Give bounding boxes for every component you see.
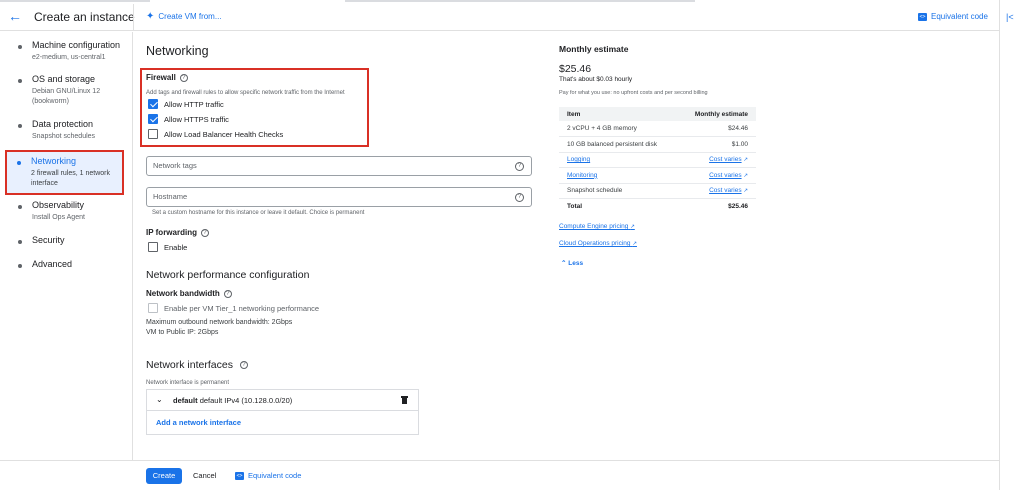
checkbox-checked-icon [148, 114, 158, 124]
external-link-icon: ↗ [632, 241, 637, 247]
network-tags-input[interactable]: Network tags? [146, 156, 532, 176]
estimate-title: Monthly estimate [559, 44, 629, 54]
cost-varies-link[interactable]: Cost varies [709, 187, 742, 194]
page-title: Create an instance [34, 10, 135, 24]
cost-varies-link[interactable]: Cost varies [709, 156, 742, 163]
help-icon[interactable]: ? [223, 289, 232, 298]
sidebar-item-machine-configuration[interactable]: Machine configuration e2-medium, us-cent… [6, 40, 126, 70]
add-network-interface-link[interactable]: Add a network interface [156, 418, 241, 427]
checkbox-unchecked-icon [148, 303, 158, 313]
footer-bar: Create Cancel <> Equivalent code [0, 460, 999, 490]
help-icon[interactable]: ? [515, 193, 524, 202]
table-row: 10 GB balanced persistent disk $1.00 [559, 136, 756, 153]
sidebar-item-observability[interactable]: Observability Install Ops Agent [6, 200, 126, 230]
allow-http-checkbox[interactable]: Allow HTTP traffic [148, 99, 224, 109]
cloud-operations-pricing-link[interactable]: Cloud Operations pricing ↗ [559, 240, 637, 247]
sidebar-item-os-and-storage[interactable]: OS and storage Debian GNU/Linux 12 (book… [6, 74, 126, 114]
network-interface-card: ⌄ default default IPv4 (10.128.0.0/20) A… [146, 389, 419, 435]
monitoring-link[interactable]: Monitoring [567, 172, 597, 179]
back-arrow-icon[interactable]: ← [8, 8, 24, 24]
create-vm-from-button[interactable]: ✦ Create VM from... [146, 11, 222, 22]
help-icon[interactable]: ? [239, 361, 248, 370]
hostname-input[interactable]: Hostname? [146, 187, 532, 207]
chevron-up-icon: ⌃ [561, 260, 567, 267]
table-row: Logging Cost varies ↗ [559, 152, 756, 168]
compute-engine-pricing-link[interactable]: Compute Engine pricing ↗ [559, 223, 635, 230]
table-row: Monitoring Cost varies ↗ [559, 167, 756, 184]
sidebar: Machine configuration e2-medium, us-cent… [0, 32, 133, 460]
hostname-hint: Set a custom hostname for this instance … [152, 210, 365, 216]
collapse-panel-icon[interactable]: |< [1006, 12, 1014, 22]
firewall-description: Add tags and firewall rules to allow spe… [146, 90, 345, 96]
section-title: Networking [146, 44, 209, 58]
checkbox-unchecked-icon [148, 129, 158, 139]
external-link-icon: ↗ [630, 224, 635, 230]
help-icon[interactable]: ? [200, 228, 209, 237]
network-interface-permanent: Network interface is permanent [146, 380, 230, 386]
network-bandwidth-label: Network bandwidth? [146, 289, 232, 298]
allow-https-checkbox[interactable]: Allow HTTPS traffic [148, 114, 229, 124]
vm-public-ip-text: VM to Public IP: 2Gbps [146, 329, 219, 336]
max-outbound-text: Maximum outbound network bandwidth: 2Gbp… [146, 319, 293, 326]
less-toggle[interactable]: ⌃ Less [561, 259, 583, 267]
estimate-price: $25.46 [559, 63, 592, 75]
table-row: 2 vCPU + 4 GB memory $24.46 [559, 121, 756, 137]
sparkle-icon: ✦ [146, 11, 155, 22]
page-header: ← Create an instance ✦ Create VM from...… [0, 4, 1000, 31]
help-icon[interactable]: ? [179, 73, 188, 82]
sidebar-item-security[interactable]: Security [6, 235, 126, 251]
code-icon: <> [235, 471, 244, 480]
table-row-total: Total $25.46 [567, 203, 748, 210]
ip-forwarding-enable-checkbox[interactable]: Enable [148, 242, 187, 252]
cancel-button[interactable]: Cancel [193, 471, 216, 480]
equivalent-code-button[interactable]: <> Equivalent code [235, 471, 301, 480]
external-link-icon: ↗ [743, 157, 748, 164]
chevron-down-icon[interactable]: ⌄ [156, 395, 163, 404]
checkbox-unchecked-icon [148, 242, 158, 252]
estimate-hourly: That's about $0.03 hourly [559, 76, 633, 83]
external-link-icon: ↗ [743, 188, 748, 195]
trash-icon[interactable] [401, 396, 408, 404]
col-monthly-estimate: Monthly estimate [678, 107, 756, 121]
external-link-icon: ↗ [743, 172, 748, 179]
table-row: Snapshot schedule Cost varies ↗ [559, 183, 756, 199]
logging-link[interactable]: Logging [567, 156, 590, 163]
allow-lb-health-checks-checkbox[interactable]: Allow Load Balancer Health Checks [148, 129, 283, 139]
estimate-upfront-note: Pay for what you use: no upfront costs a… [559, 90, 708, 96]
firewall-label: Firewall? [146, 73, 188, 82]
tier1-checkbox[interactable]: Enable per VM Tier_1 networking performa… [148, 303, 319, 313]
network-interfaces-title: Network interfaces? [146, 359, 248, 371]
network-performance-title: Network performance configuration [146, 269, 310, 281]
ip-forwarding-label: IP forwarding? [146, 228, 209, 237]
cost-varies-link[interactable]: Cost varies [709, 172, 742, 179]
help-icon[interactable]: ? [515, 162, 524, 171]
estimate-table: Item Monthly estimate 2 vCPU + 4 GB memo… [559, 107, 756, 214]
network-interface-row[interactable]: ⌄ default default IPv4 (10.128.0.0/20) [147, 390, 418, 411]
right-panel-bar: |< [999, 0, 1024, 490]
code-icon: <> [918, 12, 927, 21]
sidebar-item-advanced[interactable]: Advanced [6, 259, 126, 275]
equivalent-code-header-button[interactable]: <> Equivalent code [918, 12, 988, 21]
col-item: Item [559, 107, 679, 121]
sidebar-item-networking[interactable]: Networking 2 firewall rules, 1 network i… [5, 150, 124, 195]
checkbox-checked-icon [148, 99, 158, 109]
sidebar-item-data-protection[interactable]: Data protection Snapshot schedules [6, 119, 126, 149]
create-button[interactable]: Create [146, 468, 182, 484]
